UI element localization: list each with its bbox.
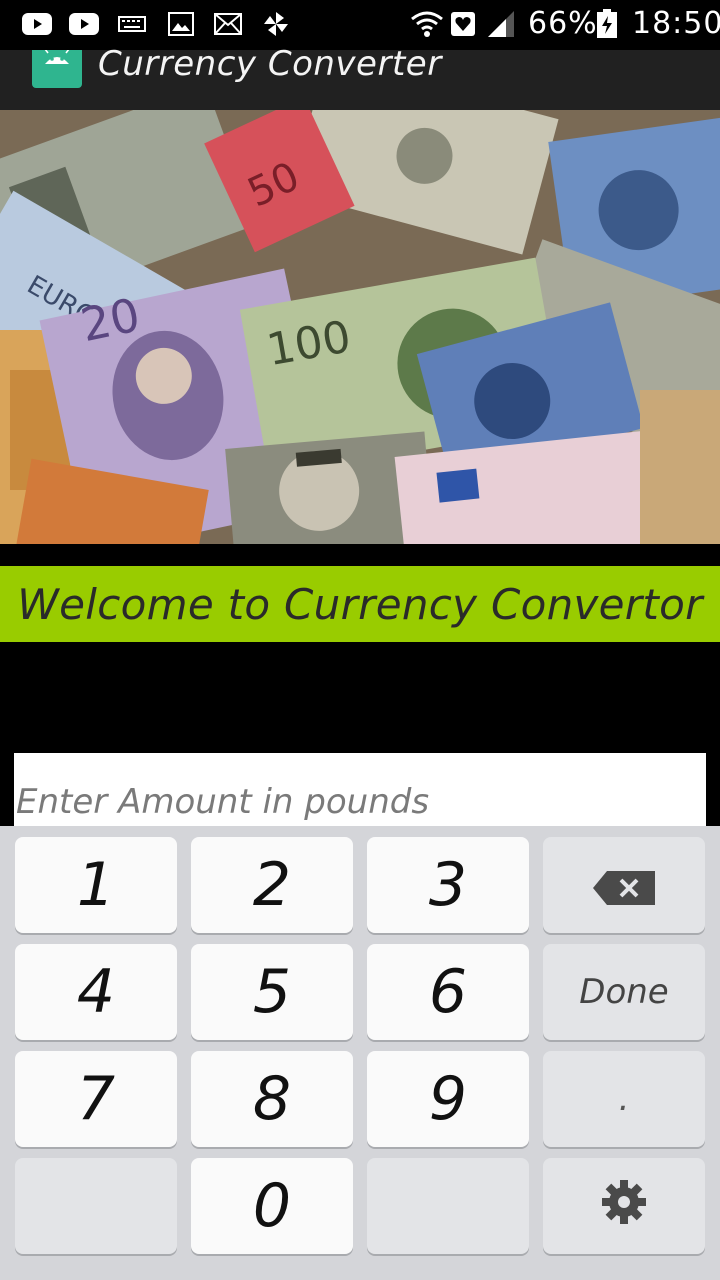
empty-key-left: [15, 1158, 177, 1254]
signal-icon: [486, 10, 516, 38]
key-5[interactable]: 5: [191, 944, 353, 1040]
wifi-icon: [410, 10, 444, 38]
clock: 18:50: [632, 6, 720, 41]
android-icon: [32, 50, 82, 88]
key-2[interactable]: 2: [191, 837, 353, 933]
key-label: 1: [76, 850, 116, 920]
battery-percentage: 66%: [528, 6, 598, 41]
key-label: 4: [76, 957, 116, 1027]
key-4[interactable]: 4: [15, 944, 177, 1040]
key-3[interactable]: 3: [367, 837, 529, 933]
key-label: 2: [252, 850, 292, 920]
pinwheel-icon: [262, 10, 290, 38]
numeric-keyboard: 1 2 3 4 5 6 Done 7 8 9 . 0: [0, 826, 720, 1280]
key-9[interactable]: 9: [367, 1051, 529, 1147]
backspace-icon: [593, 850, 655, 920]
key-label: 9: [428, 1064, 468, 1134]
key-8[interactable]: 8: [191, 1051, 353, 1147]
status-bar: 66% 18:50: [0, 0, 720, 50]
key-0[interactable]: 0: [191, 1158, 353, 1254]
battery-icon: [596, 9, 618, 38]
key-label: 6: [428, 957, 468, 1027]
key-label: 7: [76, 1064, 116, 1134]
key-label: 3: [428, 850, 468, 920]
gear-icon: [600, 1171, 648, 1241]
key-6[interactable]: 6: [367, 944, 529, 1040]
keyboard-settings-key[interactable]: [543, 1158, 705, 1254]
amount-input[interactable]: [14, 753, 706, 829]
youtube-icon: [22, 10, 52, 38]
app-title: Currency Converter: [98, 44, 442, 84]
heart-icon: [450, 10, 476, 38]
mail-icon: [214, 10, 242, 38]
key-label: 0: [252, 1171, 292, 1241]
youtube-icon: [69, 10, 99, 38]
amount-field-container: [14, 753, 706, 829]
welcome-text: Welcome to Currency Convertor: [17, 579, 703, 629]
backspace-key[interactable]: [543, 837, 705, 933]
welcome-banner: Welcome to Currency Convertor: [0, 566, 720, 642]
decimal-key[interactable]: .: [543, 1051, 705, 1147]
key-7[interactable]: 7: [15, 1051, 177, 1147]
keyboard-icon: [118, 10, 146, 38]
done-label: Done: [579, 972, 669, 1012]
image-icon: [168, 10, 194, 38]
key-label: 5: [252, 957, 292, 1027]
key-label: 8: [252, 1064, 292, 1134]
key-1[interactable]: 1: [15, 837, 177, 933]
done-key[interactable]: Done: [543, 944, 705, 1040]
dot-label: .: [618, 1079, 630, 1119]
currency-banknotes-image: 50 50 EURO 20 100: [0, 110, 720, 544]
empty-key-right: [367, 1158, 529, 1254]
